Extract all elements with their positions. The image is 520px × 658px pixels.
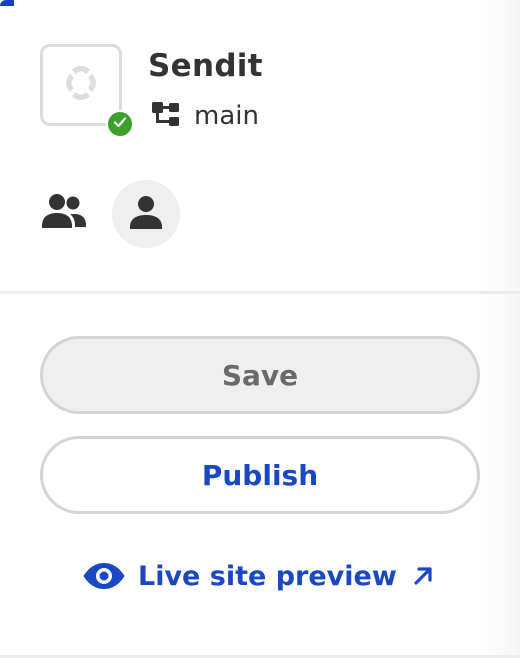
corner-accent <box>0 0 14 6</box>
collaborators-row <box>40 180 180 248</box>
branch-name: main <box>194 101 259 131</box>
publish-button[interactable]: Publish <box>40 436 480 514</box>
site-name: Sendit <box>148 48 263 84</box>
live-site-preview-link[interactable]: Live site preview <box>82 552 437 600</box>
check-icon <box>112 114 128 134</box>
status-badge <box>106 110 134 138</box>
site-logo-icon <box>56 58 106 112</box>
site-panel: Sendit main Save Publish Live site previ… <box>0 0 520 658</box>
eye-icon <box>82 561 138 591</box>
avatar[interactable] <box>112 180 180 248</box>
site-header: Sendit main <box>40 44 480 138</box>
external-link-icon <box>397 562 437 590</box>
user-icon <box>128 194 164 234</box>
branch-selector[interactable]: main <box>150 98 259 134</box>
team-button[interactable] <box>40 190 88 238</box>
live-site-preview-label: Live site preview <box>138 560 397 592</box>
save-button[interactable]: Save <box>40 336 480 414</box>
branch-icon <box>150 98 194 134</box>
team-icon <box>40 192 88 236</box>
section-divider <box>0 291 520 294</box>
